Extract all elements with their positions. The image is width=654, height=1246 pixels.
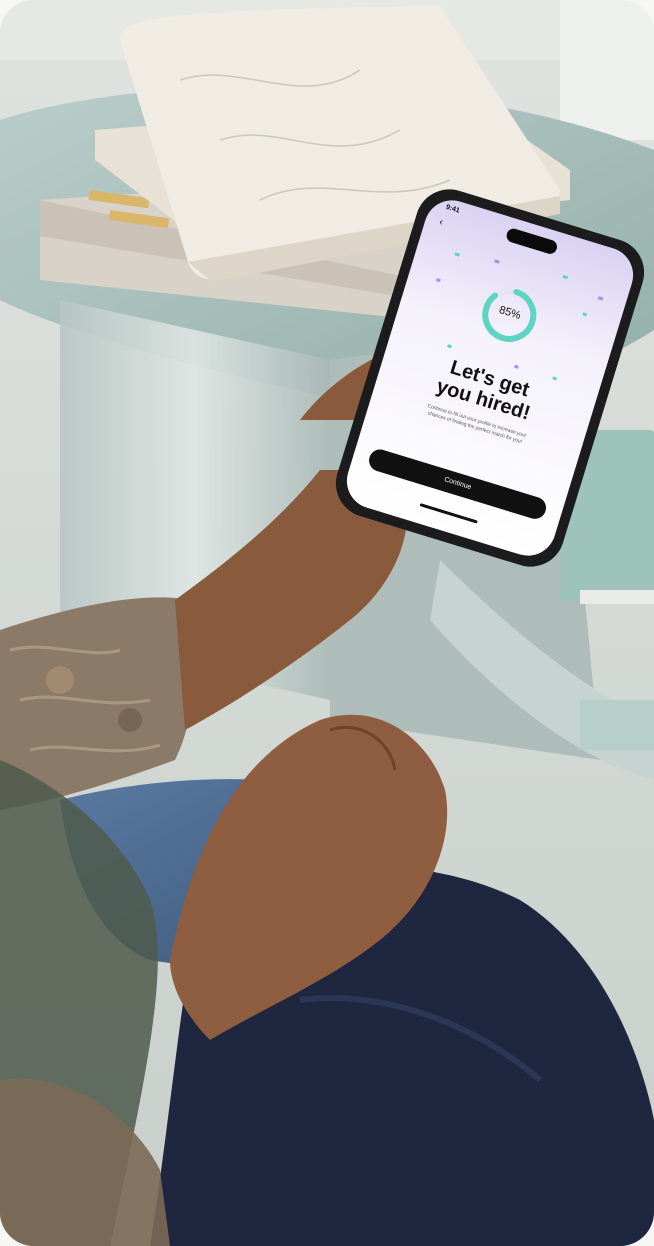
- home-indicator: [419, 503, 478, 524]
- photo-frame: 9:41 ‹ 85% Let's get you hired! Continue…: [0, 0, 654, 1246]
- continue-button[interactable]: Continue: [366, 446, 549, 522]
- photo-scene: [0, 0, 654, 1246]
- chevron-left-icon[interactable]: ‹: [438, 217, 444, 228]
- status-time: 9:41: [444, 203, 461, 215]
- profile-progress-ring: 85%: [472, 277, 547, 352]
- continue-button-label: Continue: [443, 476, 473, 492]
